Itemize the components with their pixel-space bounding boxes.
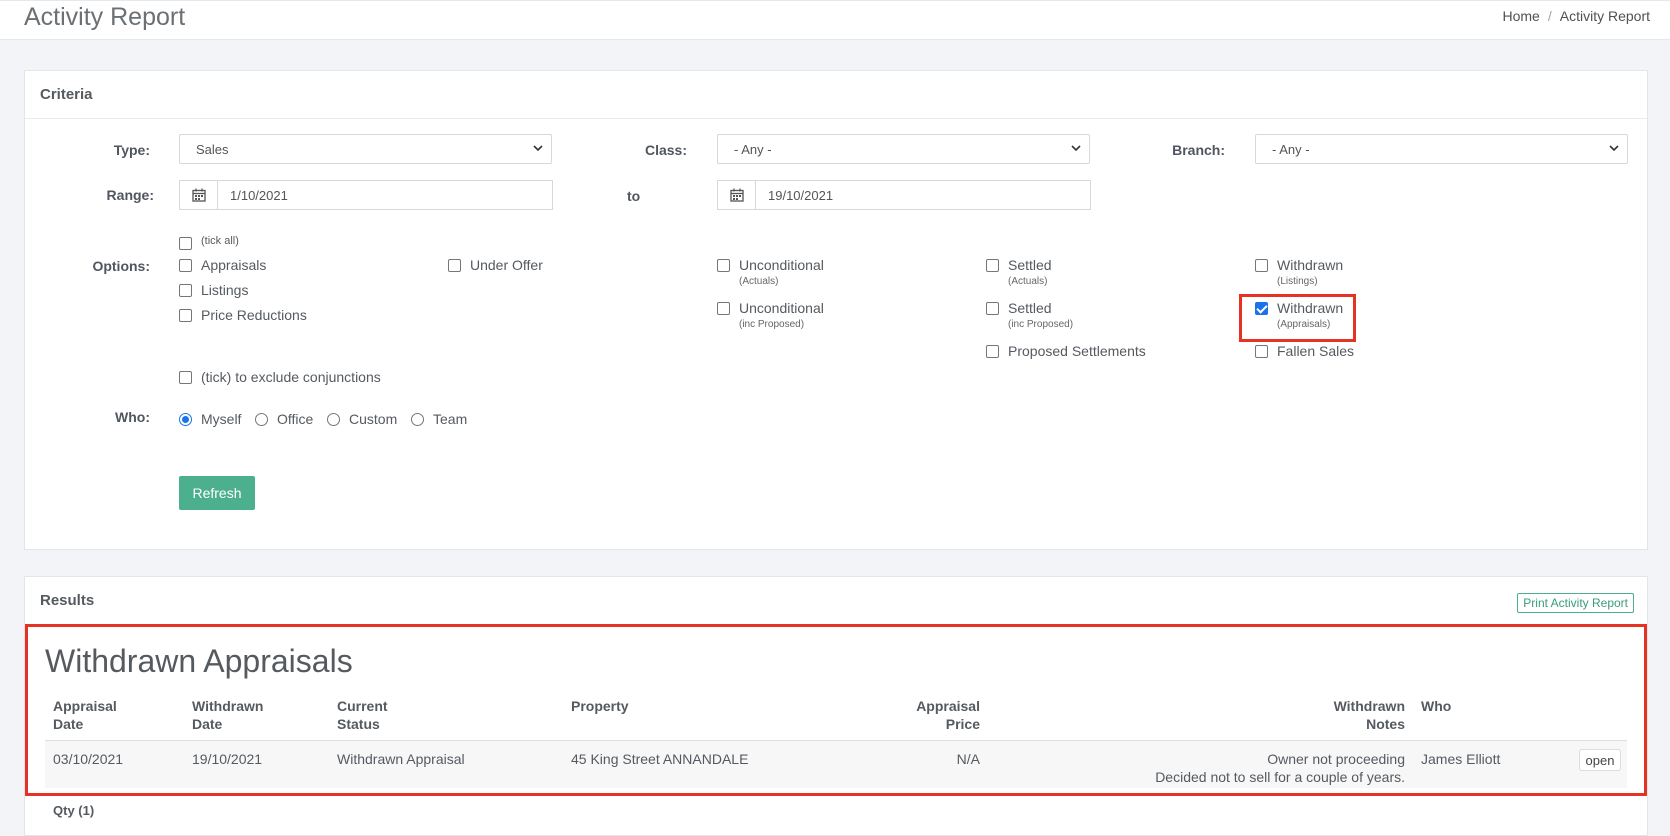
print-activity-report-button[interactable]: Print Activity Report xyxy=(1517,593,1634,613)
who-label: Who: xyxy=(115,409,150,425)
settled-proposed-checkbox[interactable]: Settled (inc Proposed) xyxy=(986,300,1073,330)
who-custom-radio[interactable]: Custom xyxy=(327,411,397,427)
range-from-value: 1/10/2021 xyxy=(230,188,288,203)
range-to-value: 19/10/2021 xyxy=(768,188,834,203)
qty-count: Qty (1) xyxy=(53,803,95,818)
type-label: Type: xyxy=(113,142,150,158)
branch-select-value: - Any - xyxy=(1272,142,1310,157)
chevron-down-icon xyxy=(1609,145,1619,152)
calendar-icon[interactable] xyxy=(180,181,218,209)
chevron-down-icon xyxy=(1071,145,1081,152)
unconditional-proposed-checkbox[interactable]: Unconditional (inc Proposed) xyxy=(717,300,824,330)
proposed-settlements-checkbox[interactable]: Proposed Settlements xyxy=(986,343,1146,359)
top-bar: Activity Report Home / Activity Report xyxy=(0,0,1670,40)
chevron-down-icon xyxy=(533,145,543,152)
type-select[interactable]: Sales xyxy=(179,134,552,164)
refresh-button[interactable]: Refresh xyxy=(179,476,255,510)
tick-all-checkbox[interactable]: (tick all) xyxy=(179,235,239,250)
criteria-title: Criteria xyxy=(25,71,1647,119)
who-office-radio[interactable]: Office xyxy=(255,411,313,427)
class-select[interactable]: - Any - xyxy=(717,134,1090,164)
unconditional-actuals-checkbox[interactable]: Unconditional (Actuals) xyxy=(717,257,824,287)
highlight-box-results xyxy=(25,624,1647,796)
settled-actuals-checkbox[interactable]: Settled (Actuals) xyxy=(986,257,1052,287)
who-team-radio[interactable]: Team xyxy=(411,411,467,427)
branch-select[interactable]: - Any - xyxy=(1255,134,1628,164)
breadcrumb-home[interactable]: Home xyxy=(1503,8,1540,24)
class-select-value: - Any - xyxy=(734,142,772,157)
results-title: Results xyxy=(40,592,95,609)
appraisals-checkbox[interactable]: Appraisals xyxy=(179,257,266,273)
breadcrumb: Home / Activity Report xyxy=(1502,8,1651,24)
who-myself-radio[interactable]: Myself xyxy=(179,411,241,427)
range-to-field[interactable]: 19/10/2021 xyxy=(717,180,1091,210)
withdrawn-listings-checkbox[interactable]: Withdrawn (Listings) xyxy=(1255,257,1343,287)
highlight-box-withdrawn xyxy=(1239,294,1356,342)
type-select-value: Sales xyxy=(196,142,229,157)
listings-checkbox[interactable]: Listings xyxy=(179,282,248,298)
price-reductions-checkbox[interactable]: Price Reductions xyxy=(179,307,307,323)
under-offer-checkbox[interactable]: Under Offer xyxy=(448,257,543,273)
fallen-sales-checkbox[interactable]: Fallen Sales xyxy=(1255,343,1354,359)
range-from-field[interactable]: 1/10/2021 xyxy=(179,180,553,210)
class-label: Class: xyxy=(644,142,687,158)
exclude-conjunctions-checkbox[interactable]: (tick) to exclude conjunctions xyxy=(179,369,381,385)
range-label: Range: xyxy=(106,187,154,203)
calendar-icon[interactable] xyxy=(718,181,756,209)
breadcrumb-current: Activity Report xyxy=(1559,8,1650,24)
page-title: Activity Report xyxy=(24,3,186,31)
options-label: Options: xyxy=(92,258,150,274)
range-to-label: to xyxy=(627,188,641,204)
branch-label: Branch: xyxy=(1172,142,1225,158)
